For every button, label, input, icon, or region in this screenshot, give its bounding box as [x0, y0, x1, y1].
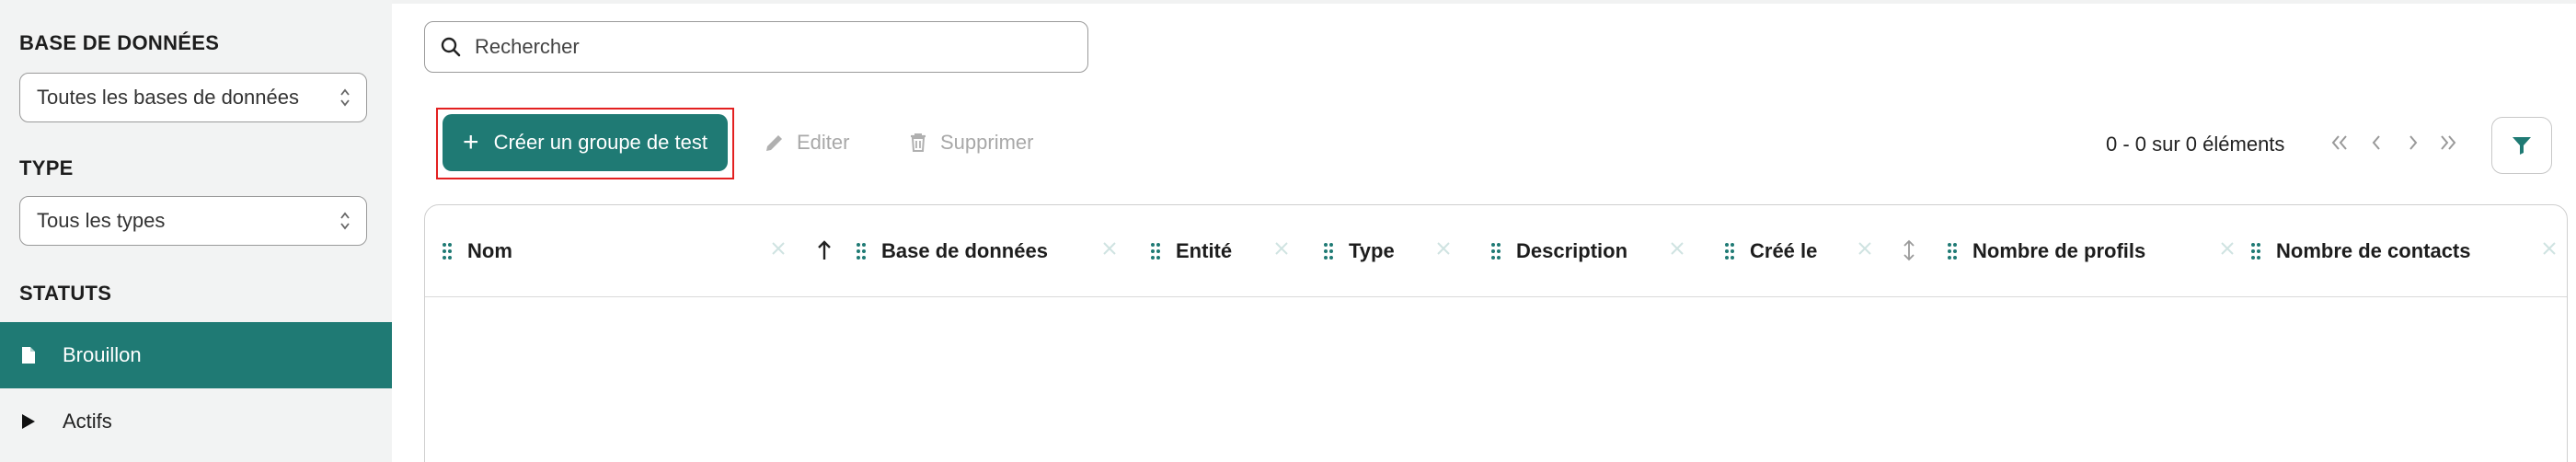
search-input[interactable]: Rechercher [424, 21, 1088, 73]
drag-handle-icon[interactable] [442, 241, 453, 261]
plus-icon: + [463, 127, 479, 157]
pencil-icon [766, 135, 782, 151]
last-page-button[interactable] [2436, 129, 2460, 156]
column-label: Créé le [1750, 239, 1818, 262]
pagination-summary: 0 - 0 sur 0 éléments [2106, 133, 2285, 156]
column-header-cree-le[interactable]: Créé le [1724, 238, 1817, 264]
column-label: Description [1516, 239, 1628, 262]
table-body [425, 297, 2567, 462]
document-icon [20, 345, 37, 365]
previous-page-button[interactable] [2364, 129, 2388, 156]
status-item-brouillon[interactable]: Brouillon [0, 322, 392, 388]
database-section-title: BASE DE DONNÉES [19, 31, 220, 54]
remove-column-icon[interactable] [1101, 240, 1118, 257]
remove-column-icon[interactable] [1273, 240, 1290, 257]
drag-handle-icon[interactable] [1323, 241, 1334, 261]
type-section-title: TYPE [19, 156, 74, 179]
drag-handle-icon[interactable] [1947, 241, 1958, 261]
search-icon [441, 37, 461, 57]
main-content: Rechercher + Créer un groupe de test Edi… [392, 0, 2576, 462]
create-button-highlight: + Créer un groupe de test [436, 108, 734, 179]
select-chevron-icon [340, 212, 350, 230]
status-section-title: STATUTS [19, 282, 112, 305]
search-placeholder: Rechercher [475, 35, 580, 58]
app: BASE DE DONNÉES Toutes les bases de donn… [0, 0, 2576, 462]
database-select[interactable]: Toutes les bases de données [19, 73, 367, 122]
column-header-description[interactable]: Description [1490, 238, 1627, 264]
double-chevron-right-icon [2441, 135, 2456, 150]
drag-handle-icon[interactable] [856, 241, 867, 261]
double-chevron-left-icon [2331, 135, 2347, 150]
table-header: Nom Base de données Entité Type Descript… [425, 205, 2567, 297]
filter-icon [2513, 137, 2531, 155]
create-button-label: Créer un groupe de test [493, 131, 707, 154]
status-item-actifs[interactable]: Actifs [0, 388, 392, 455]
remove-column-icon[interactable] [770, 240, 787, 257]
drag-handle-icon[interactable] [1150, 241, 1161, 261]
column-label: Nom [467, 239, 512, 262]
select-chevron-icon [340, 88, 350, 107]
edit-button-label: Editer [797, 131, 850, 154]
remove-column-icon[interactable] [1857, 240, 1873, 257]
play-icon [20, 411, 37, 432]
status-item-label: Brouillon [63, 343, 142, 366]
create-test-group-button[interactable]: + Créer un groupe de test [443, 114, 728, 171]
column-label: Nombre de contacts [2276, 239, 2471, 262]
type-select-value: Tous les types [37, 209, 166, 232]
chevron-right-icon [2409, 135, 2418, 150]
next-page-button[interactable] [2401, 129, 2425, 156]
remove-column-icon[interactable] [1435, 240, 1452, 257]
remove-column-icon[interactable] [1669, 240, 1685, 257]
edit-button[interactable]: Editer [764, 131, 849, 155]
database-select-value: Toutes les bases de données [37, 86, 299, 109]
first-page-button[interactable] [2328, 129, 2352, 156]
delete-button[interactable]: Supprimer [907, 131, 1033, 155]
column-header-nom[interactable]: Nom [442, 238, 512, 264]
type-select[interactable]: Tous les types [19, 196, 367, 246]
filter-button[interactable] [2491, 117, 2552, 174]
data-table: Nom Base de données Entité Type Descript… [424, 204, 2568, 462]
column-label: Nombre de profils [1972, 239, 2146, 262]
filter-sidebar: BASE DE DONNÉES Toutes les bases de donn… [0, 0, 392, 462]
column-label: Entité [1176, 239, 1233, 262]
column-header-base-de-donnees[interactable]: Base de données [856, 238, 1048, 264]
column-header-nombre-de-contacts[interactable]: Nombre de contacts [2250, 238, 2471, 264]
drag-handle-icon[interactable] [2250, 241, 2261, 261]
delete-button-label: Supprimer [940, 131, 1034, 154]
status-item-label: Actifs [63, 410, 112, 433]
column-header-entite[interactable]: Entité [1150, 238, 1232, 264]
remove-column-icon[interactable] [2219, 240, 2236, 257]
column-label: Type [1349, 239, 1395, 262]
remove-column-icon[interactable] [2541, 240, 2558, 257]
chevron-left-icon [2372, 135, 2380, 150]
sort-both-icon[interactable] [1901, 238, 1917, 262]
sort-ascending-icon[interactable] [816, 238, 833, 262]
drag-handle-icon[interactable] [1490, 241, 1501, 261]
drag-handle-icon[interactable] [1724, 241, 1735, 261]
column-header-nombre-de-profils[interactable]: Nombre de profils [1947, 238, 2145, 264]
trash-icon [911, 133, 926, 152]
column-label: Base de données [881, 239, 1048, 262]
column-header-type[interactable]: Type [1323, 238, 1395, 264]
